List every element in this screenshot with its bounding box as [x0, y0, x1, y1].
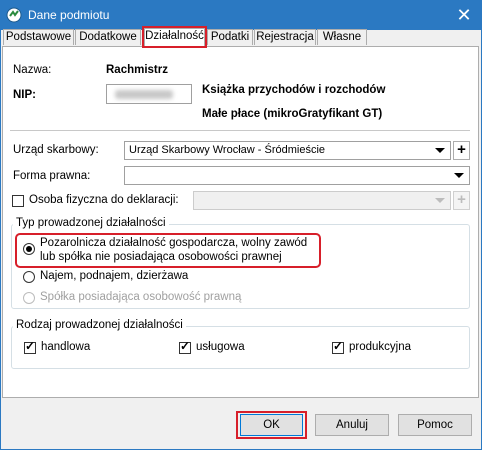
- tax-office-select[interactable]: Urząd Skarbowy Wrocław - Śródmieście: [124, 141, 451, 160]
- activity-kind-title: Rodzaj prowadzonej działalności: [13, 319, 186, 331]
- app-icon: [6, 7, 22, 23]
- radio-company[interactable]: [23, 292, 35, 304]
- person-select[interactable]: [193, 191, 451, 210]
- legal-form-label: Forma prawna:: [13, 170, 91, 182]
- close-button[interactable]: ✕: [453, 5, 475, 25]
- checkbox-produkcyjna[interactable]: [332, 339, 344, 354]
- add-person-button[interactable]: +: [453, 191, 470, 210]
- checkbox-uslugowa[interactable]: [179, 339, 191, 354]
- legal-form-select[interactable]: [124, 166, 470, 185]
- tab-podatki[interactable]: Podatki: [207, 29, 253, 45]
- activity-type-title: Typ prowadzonej działalności: [13, 217, 169, 229]
- tab-podstawowe[interactable]: Podstawowe: [3, 29, 74, 45]
- radio-rental[interactable]: [23, 271, 35, 283]
- nip-label: NIP:: [13, 89, 36, 101]
- window-title: Dane podmiotu: [28, 8, 110, 22]
- radio-non-agricultural[interactable]: [23, 243, 35, 255]
- tab-wlasne[interactable]: Własne: [317, 29, 367, 45]
- person-label: Osoba fizyczna do deklaracji:: [29, 194, 179, 206]
- title-bar[interactable]: Dane podmiotu ✕: [1, 1, 481, 30]
- separator: [10, 130, 470, 131]
- chevron-down-icon: [435, 198, 445, 203]
- size-type: Małe płace (mikroGratyfikant GT): [202, 108, 383, 120]
- person-checkbox[interactable]: [12, 195, 24, 207]
- tab-dodatkowe[interactable]: Dodatkowe: [75, 29, 141, 45]
- name-value: Rachmistrz: [106, 64, 168, 76]
- cancel-button[interactable]: Anuluj: [315, 414, 389, 436]
- tax-office-value: Urząd Skarbowy Wrocław - Śródmieście: [129, 144, 326, 156]
- tab-rejestracja[interactable]: Rejestracja: [254, 29, 316, 45]
- nip-redacted: [115, 90, 173, 99]
- tab-bar: Podstawowe Dodatkowe Działalność Podatki…: [1, 26, 481, 48]
- plus-icon: +: [457, 141, 466, 158]
- tax-office-label: Urząd skarbowy:: [13, 144, 99, 156]
- chevron-down-icon: [435, 148, 445, 153]
- add-tax-office-button[interactable]: +: [453, 141, 470, 160]
- help-button[interactable]: Pomoc: [398, 414, 472, 436]
- option-non-agricultural-line1: Pozarolnicza działalność gospodarcza, wo…: [40, 237, 308, 249]
- label-handlowa: handlowa: [41, 341, 91, 353]
- option-non-agricultural-line2: lub spółka nie posiadająca osobowości pr…: [40, 251, 282, 263]
- dialog-window: Dane podmiotu ✕ Podstawowe Dodatkowe Dzi…: [0, 0, 482, 450]
- option-rental: Najem, podnajem, dzierżawa: [40, 270, 189, 282]
- checkbox-handlowa[interactable]: [24, 339, 36, 354]
- name-label: Nazwa:: [13, 64, 52, 76]
- chevron-down-icon: [454, 173, 464, 178]
- book-type: Książka przychodów i rozchodów: [202, 84, 386, 96]
- label-uslugowa: usługowa: [196, 341, 245, 353]
- ok-button[interactable]: OK: [240, 414, 303, 436]
- label-produkcyjna: produkcyjna: [349, 341, 412, 353]
- nip-field[interactable]: [106, 84, 192, 104]
- option-company: Spółka posiadająca osobowość prawną: [40, 291, 242, 303]
- plus-icon: +: [457, 191, 466, 208]
- tab-dzialalnosc[interactable]: Działalność: [142, 26, 207, 48]
- tab-panel: Nazwa: Rachmistrz NIP: Książka przychodó…: [2, 46, 479, 398]
- close-icon: ✕: [456, 5, 472, 25]
